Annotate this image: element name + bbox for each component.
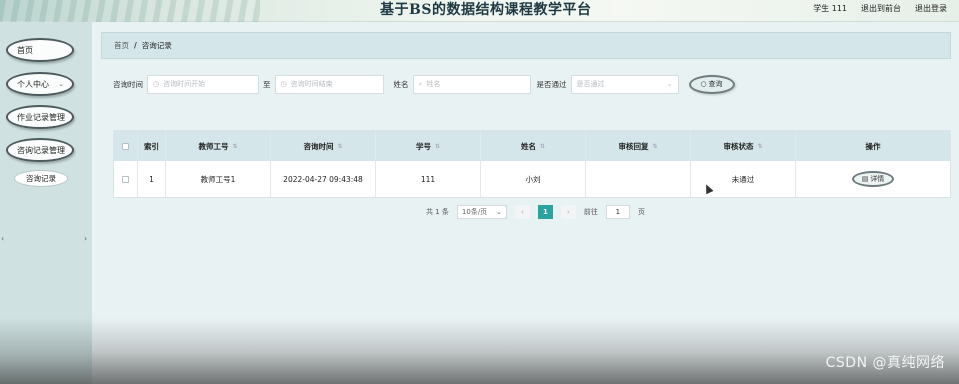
cell-index: 1 [138,161,166,197]
name-placeholder: 姓名 [426,80,441,88]
header-index-label: 索引 [144,141,159,151]
sidebar-item-consult-records[interactable]: 咨询记录管理 [6,138,74,162]
logout-link[interactable]: 退出登录 [915,3,947,14]
back-to-front-link[interactable]: 退出到前台 [861,3,901,14]
breadcrumb-current: 咨询记录 [141,41,172,50]
sort-icon[interactable]: ⇅ [540,143,545,150]
header-status[interactable]: 审核状态 ⇅ [691,131,796,161]
breadcrumb-home[interactable]: 首页 [114,40,129,51]
sort-icon[interactable]: ⇅ [435,143,440,150]
header-reply[interactable]: 审核回复 ⇅ [586,131,691,161]
header-student-id-label: 学号 [415,141,431,151]
passed-select[interactable]: 是否通过 ⌄ [570,74,679,94]
sort-icon[interactable]: ⇅ [757,143,762,150]
header-teacher-id-label: 教师工号 [198,141,229,151]
detail-button[interactable]: ▤ 详情 [852,171,894,187]
end-time-placeholder: 咨询时间结束 [290,80,333,88]
passed-placeholder: 是否通过 [576,80,605,88]
header-consult-time[interactable]: 咨询时间 ⇅ [271,131,376,161]
cell-consult-time: 2022-04-27 09:43:48 [271,161,376,197]
chevron-down-icon: ⌄ [666,80,673,88]
header-status-label: 审核状态 [723,141,754,151]
header-name[interactable]: 姓名 ⇅ [481,131,586,161]
sidebar-item-homework-records[interactable]: 作业记录管理 [6,105,74,129]
page-unit-label: 页 [637,208,645,216]
header-student-id[interactable]: 学号 ⇅ [376,131,481,161]
next-page-button[interactable]: › [560,205,576,219]
select-all-checkbox[interactable] [122,142,129,150]
name-input[interactable]: ⌕ 姓名 [412,74,531,94]
search-button[interactable]: ○ 查询 [688,74,735,94]
header-action: 操作 [796,131,950,161]
watermark: CSDN @真纯网络 [825,355,945,371]
cell-reply [586,161,691,197]
detail-button-label: 详情 [870,175,885,183]
clock-icon: ◷ [280,80,287,88]
chevron-down-icon: ⌄ [58,80,64,88]
chevron-right-icon[interactable]: › [84,234,87,243]
goto-label: 前往 [583,208,598,216]
consult-time-label: 咨询时间 [113,79,143,89]
sidebar-item-label: 个人中心 [17,79,49,89]
current-user: 学生 111 [813,4,847,13]
header-decoration [0,0,260,22]
header-reply-label: 审核回复 [618,141,649,151]
cell-student-id: 111 [376,161,481,197]
sort-icon[interactable]: ⇅ [232,143,237,150]
consult-records-table: 索引 教师工号 ⇅ 咨询时间 ⇅ 学号 ⇅ 姓名 ⇅ 审核回复 ⇅ 审核状态 ⇅ 操作 [113,130,951,198]
cell-action: ▤ 详情 [796,161,950,197]
app-title: 基于BS的数据结构课程教学平台 [380,2,592,18]
search-icon: ⌕ [418,79,423,88]
search-form: 咨询时间 ◷ 咨询时间开始 至 ◷ 咨询时间结束 姓名 ⌕ 姓名 是否通过 是否… [113,74,735,94]
pagination-total: 共 1 条 [426,208,449,216]
header-name-label: 姓名 [520,141,536,151]
sort-icon[interactable]: ⇅ [652,143,657,150]
start-time-placeholder: 咨询时间开始 [163,80,206,88]
end-time-input[interactable]: ◷ 咨询时间结束 [274,74,384,94]
chevron-left-icon[interactable]: ‹ [1,234,4,243]
passed-label: 是否通过 [536,79,567,89]
prev-page-button[interactable]: ‹ [514,205,530,219]
header-consult-time-label: 咨询时间 [303,141,334,151]
select-all-cell [114,131,138,161]
sidebar-subitem-label: 咨询记录 [26,174,56,183]
search-icon: ○ [700,80,707,88]
search-button-label: 查询 [708,80,723,88]
header-teacher-id[interactable]: 教师工号 ⇅ [166,131,271,161]
clock-icon: ◷ [153,80,160,88]
sidebar-item-label: 首页 [17,45,33,55]
table-header: 索引 教师工号 ⇅ 咨询时间 ⇅ 学号 ⇅ 姓名 ⇅ 审核回复 ⇅ 审核状态 ⇅ 操作 [114,131,950,161]
name-label: 姓名 [393,79,409,89]
cell-name: 小刘 [481,161,586,197]
range-to-label: 至 [263,79,271,89]
sidebar-item-label: 作业记录管理 [17,112,65,122]
chevron-down-icon: ⌄ [496,208,502,216]
header-actions: 学生 111 退出到前台 退出登录 [813,3,947,14]
start-time-input[interactable]: ◷ 咨询时间开始 [147,74,259,94]
header-action-label: 操作 [865,141,881,151]
detail-icon: ▤ [861,175,869,183]
sidebar-item-label: 咨询记录管理 [17,145,65,155]
bottom-fade [92,318,959,384]
top-header: 基于BS的数据结构课程教学平台 学生 111 退出到前台 退出登录 [0,0,959,22]
row-checkbox[interactable] [122,175,129,183]
header-index: 索引 [138,131,166,161]
breadcrumb: 首页 / 咨询记录 [101,32,951,59]
goto-page-input[interactable]: 1 [605,205,630,219]
page-size-value: 10条/页 [461,208,488,216]
table-row: 1 教师工号1 2022-04-27 09:43:48 111 小刘 未通过 ▤… [114,161,950,197]
page-size-select[interactable]: 10条/页 ⌄ [456,205,507,219]
cell-teacher-id: 教师工号1 [166,161,271,197]
row-select-cell [114,161,138,197]
sidebar-item-personal-center[interactable]: 个人中心 ⌄ [6,72,74,96]
page-number-current[interactable]: 1 [537,205,553,219]
pagination: 共 1 条 10条/页 ⌄ ‹ 1 › 前往 1 页 [426,205,645,219]
sort-icon[interactable]: ⇅ [337,143,342,150]
bottom-fade-sidebar [0,318,92,384]
sidebar-item-home[interactable]: 首页 [6,38,74,62]
sidebar-subitem-consult-record[interactable]: 咨询记录 [14,170,68,187]
breadcrumb-separator: / [134,41,137,50]
